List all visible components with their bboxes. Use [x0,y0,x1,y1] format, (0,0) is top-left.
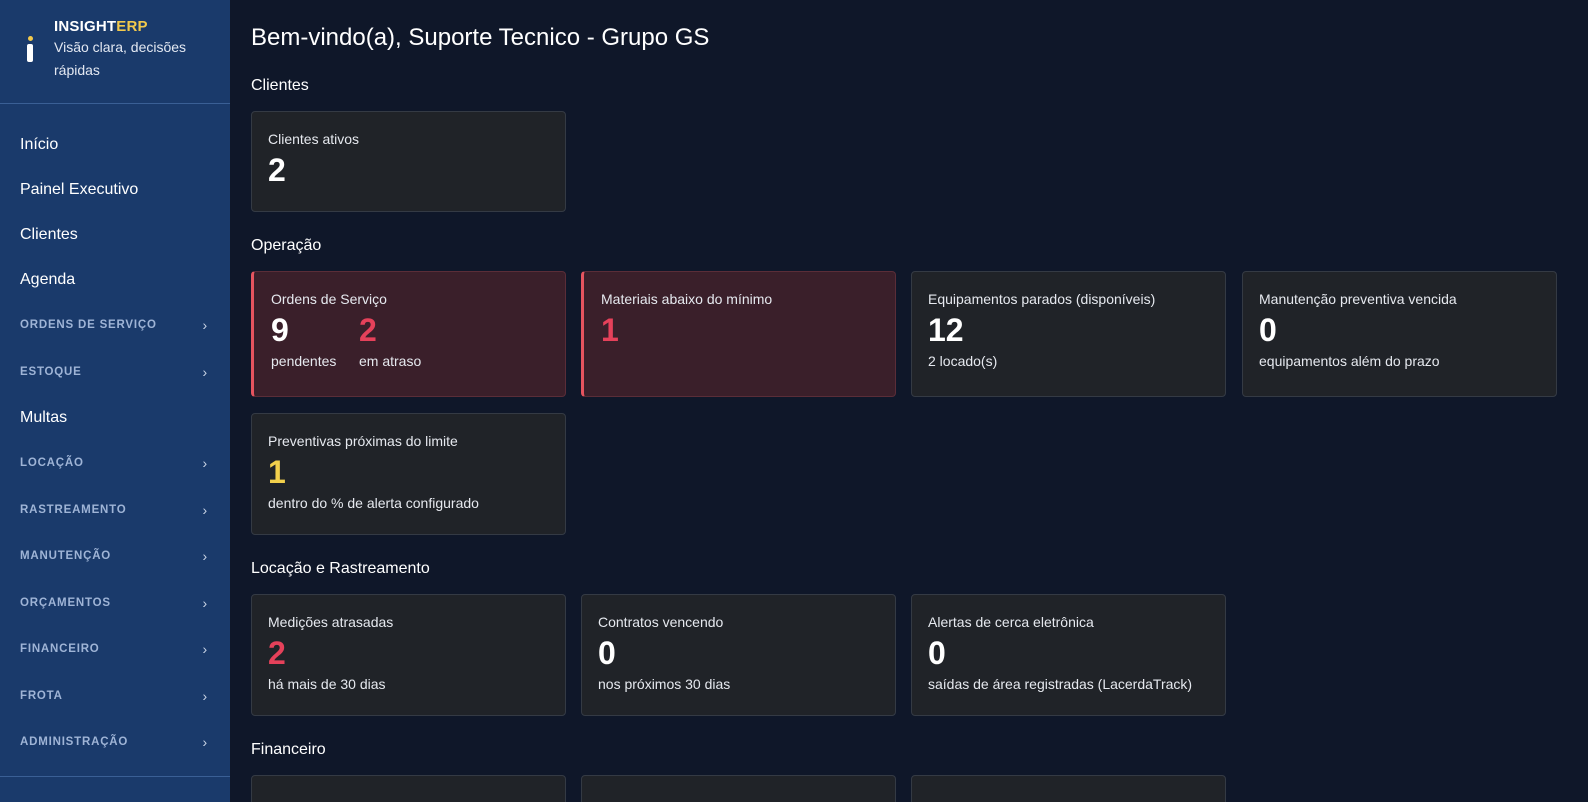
sidebar-item-agenda[interactable]: Agenda [0,257,230,302]
sidebar-group-label: FINANCEIRO [20,643,100,656]
card-sub: há mais de 30 dias [268,676,386,692]
main-content: Bem-vindo(a), Suporte Tecnico - Grupo GS… [251,0,1571,802]
section-title-operacao: Operação [251,237,322,254]
chevron-right-icon: › [202,548,208,565]
sidebar-group-financeiro[interactable]: FINANCEIRO › [0,626,230,673]
sidebar-group-frota[interactable]: FROTA › [0,673,230,720]
chevron-right-icon: › [202,317,208,334]
card-value: 0 [598,635,616,671]
card-label: Alertas de cerca eletrônica [928,614,1094,630]
card-ordens-de-servico[interactable]: Ordens de Serviço 9 pendentes 2 em atras… [251,271,566,397]
pending-label: pendentes [271,353,337,369]
sidebar-group-rastreamento[interactable]: RASTREAMENTO › [0,487,230,534]
card-value: 12 [928,312,964,348]
overdue-column: 2 em atraso [359,312,447,369]
brand[interactable]: INSIGHTERP Visão clara, decisões rápidas [0,0,230,104]
sidebar-nav: Início Painel Executivo Clientes Agenda … [0,104,230,766]
chevron-right-icon: › [202,501,208,518]
chevron-right-icon: › [202,641,208,658]
sidebar-group-manutencao[interactable]: MANUTENÇÃO › [0,533,230,580]
section-title-clientes: Clientes [251,77,309,94]
sidebar-group-ordens-de-servico[interactable]: ORDENS DE SERVIÇO › [0,302,230,349]
card-equipamentos-parados[interactable]: Equipamentos parados (disponíveis) 12 2 … [911,271,1226,397]
card-medicoes-atrasadas[interactable]: Medições atrasadas 2 há mais de 30 dias [251,594,566,716]
card-label: Equipamentos parados (disponíveis) [928,291,1156,307]
chevron-right-icon: › [202,594,208,611]
sidebar-group-orcamentos[interactable]: ORÇAMENTOS › [0,580,230,627]
overdue-label: em atraso [359,353,422,369]
card-value: 1 [601,312,619,348]
card-split: 9 pendentes 2 em atraso [271,312,549,369]
card-label: Preventivas próximas do limite [268,433,458,449]
chevron-right-icon: › [202,455,208,472]
card-label: Manutenção preventiva vencida [1259,291,1457,307]
chevron-right-icon: › [202,734,208,751]
card-value: 1 [268,454,286,490]
card-label: Clientes ativos [268,131,360,147]
sidebar-group-label: ORÇAMENTOS [20,596,111,609]
chevron-right-icon: › [202,363,208,380]
sidebar: INSIGHTERP Visão clara, decisões rápidas… [0,0,230,802]
card-materiais-abaixo-minimo[interactable]: Materiais abaixo do mínimo 1 [581,271,896,397]
card-financeiro-3[interactable] [911,775,1226,802]
sidebar-group-label: ESTOQUE [20,365,82,378]
card-sub: nos próximos 30 dias [598,676,731,692]
sidebar-item-clientes[interactable]: Clientes [0,212,230,257]
brand-tagline: Visão clara, decisões rápidas [54,39,187,78]
card-sub: saídas de área registradas (LacerdaTrack… [928,676,1193,692]
sidebar-group-label: RASTREAMENTO [20,503,127,516]
card-alertas-cerca-eletronica[interactable]: Alertas de cerca eletrônica 0 saídas de … [911,594,1226,716]
card-contratos-vencendo[interactable]: Contratos vencendo 0 nos próximos 30 dia… [581,594,896,716]
sidebar-group-label: LOCAÇÃO [20,457,84,470]
sidebar-item-painel-executivo[interactable]: Painel Executivo [0,167,230,212]
sidebar-item-inicio[interactable]: Início [0,122,230,167]
sidebar-group-estoque[interactable]: ESTOQUE › [0,349,230,396]
overdue-value: 2 [359,312,377,348]
card-label: Ordens de Serviço [271,291,387,307]
sidebar-item-multas[interactable]: Multas [0,395,230,440]
card-manutencao-preventiva-vencida[interactable]: Manutenção preventiva vencida 0 equipame… [1242,271,1557,397]
card-clientes-ativos[interactable]: Clientes ativos 2 [251,111,566,212]
card-value: 2 [268,635,286,671]
page-title: Bem-vindo(a), Suporte Tecnico - Grupo GS [251,24,710,51]
brand-text: INSIGHTERP Visão clara, decisões rápidas [54,18,194,82]
brand-name-main: INSIGHT [54,18,117,35]
card-label: Materiais abaixo do mínimo [601,291,773,307]
info-logo-icon [22,36,38,68]
sidebar-divider [0,776,230,777]
card-value: 2 [268,152,286,188]
sidebar-group-locacao[interactable]: LOCAÇÃO › [0,440,230,487]
card-label: Medições atrasadas [268,614,394,630]
card-preventivas-proximas[interactable]: Preventivas próximas do limite 1 dentro … [251,413,566,535]
card-sub: 2 locado(s) [928,353,998,369]
card-financeiro-2[interactable] [581,775,896,802]
sidebar-group-label: MANUTENÇÃO [20,550,112,563]
sidebar-group-label: ORDENS DE SERVIÇO [20,319,157,332]
section-title-locacao: Locação e Rastreamento [251,560,430,577]
card-label: Contratos vencendo [598,614,724,630]
card-financeiro-1[interactable] [251,775,566,802]
chevron-right-icon: › [202,687,208,704]
pending-column: 9 pendentes [271,312,359,369]
sidebar-group-label: ADMINISTRAÇÃO [20,736,129,749]
pending-value: 9 [271,312,289,348]
sidebar-group-administracao[interactable]: ADMINISTRAÇÃO › [0,719,230,766]
brand-name-accent: ERP [116,18,148,35]
card-sub: equipamentos além do prazo [1259,353,1440,369]
brand-name: INSIGHTERP [54,18,194,35]
sidebar-group-label: FROTA [20,689,63,702]
section-title-financeiro: Financeiro [251,741,326,758]
card-value: 0 [1259,312,1277,348]
card-sub: dentro do % de alerta configurado [268,495,479,511]
card-value: 0 [928,635,946,671]
